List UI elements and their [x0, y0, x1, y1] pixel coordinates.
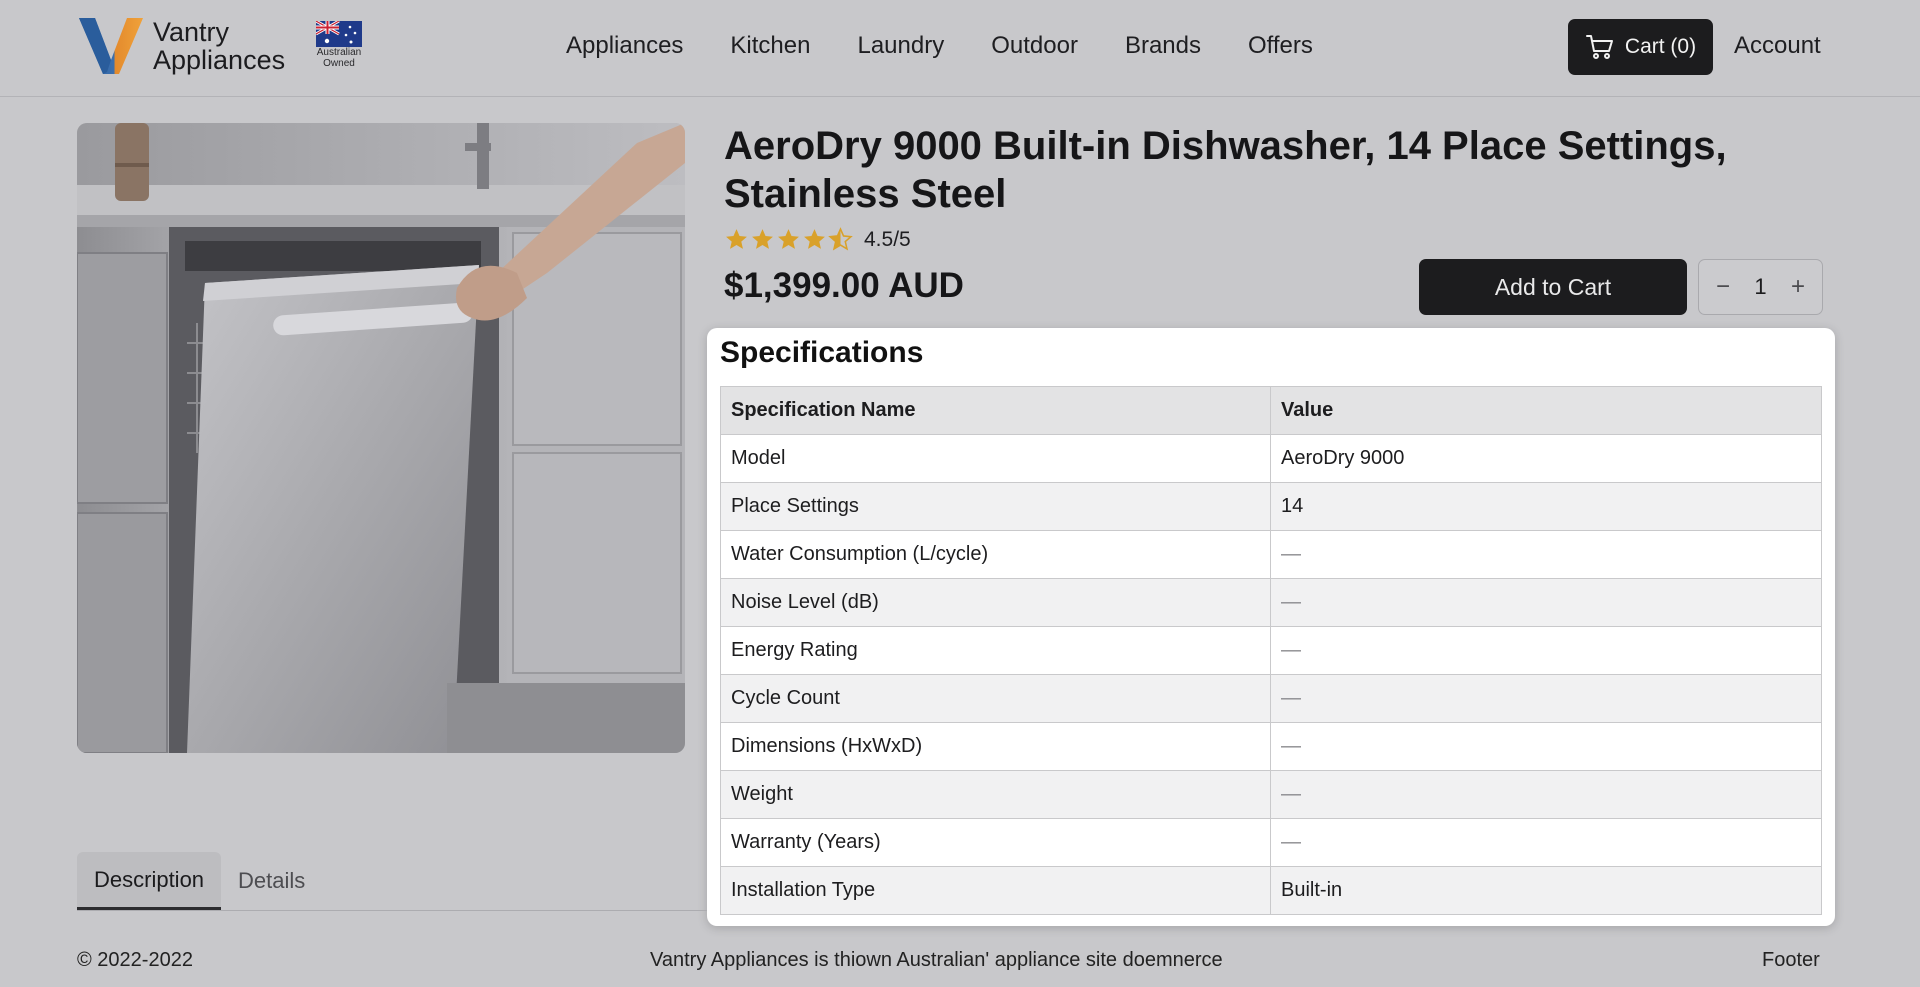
badge-line2: Owned: [323, 58, 355, 69]
star-full-icon: [726, 229, 747, 249]
quantity-value[interactable]: 1: [1754, 274, 1766, 300]
australian-owned-badge: Australian Owned: [309, 21, 369, 69]
spec-value: —: [1270, 626, 1822, 675]
specifications-heading: Specifications: [720, 336, 924, 369]
column-header-value: Value: [1270, 386, 1822, 435]
cart-label: Cart (0): [1624, 35, 1697, 58]
dishwasher-photo: [77, 123, 685, 753]
spec-value: 14: [1270, 482, 1822, 531]
footer-link[interactable]: Footer: [1762, 949, 1820, 972]
star-half-icon: [828, 227, 853, 251]
brand-logo[interactable]: Vantry Appliances Australian Owned: [77, 16, 362, 76]
specifications-table: Specification Name Value Model AeroDry 9…: [720, 386, 1822, 915]
star-full-icon: [778, 229, 799, 249]
brand-name-line2: Appliances: [153, 45, 286, 75]
nav-item-appliances[interactable]: Appliances: [566, 32, 683, 60]
spec-name: Warranty (Years): [720, 818, 1271, 867]
product-rating: 4.5/5: [724, 227, 911, 252]
brand-name: Vantry Appliances: [153, 18, 285, 74]
spec-value: —: [1270, 578, 1822, 627]
specifications-card: Specifications Specification Name Value …: [707, 328, 1835, 926]
brand-name-line1: Vantry: [153, 17, 230, 47]
quantity-increase-button[interactable]: +: [1788, 273, 1808, 301]
nav-item-brands[interactable]: Brands: [1125, 32, 1201, 60]
spec-value: —: [1270, 674, 1822, 723]
spec-name: Model: [720, 434, 1271, 483]
table-row: Warranty (Years) —: [720, 818, 1822, 867]
australian-flag-icon: [316, 21, 362, 47]
star-full-icon: [752, 229, 773, 249]
spec-value: —: [1270, 722, 1822, 771]
badge-line1: Australian: [316, 47, 362, 58]
product-title: AeroDry 9000 Built-in Dishwasher, 14 Pla…: [724, 124, 1727, 216]
spec-name: Weight: [720, 770, 1271, 819]
spec-value: Built-in: [1270, 866, 1822, 915]
spec-name: Place Settings: [720, 482, 1271, 531]
add-to-cart-button[interactable]: Add to Cart: [1419, 259, 1687, 315]
table-row: Installation Type Built-in: [720, 866, 1822, 915]
nav-item-outdoor[interactable]: Outdoor: [991, 32, 1078, 60]
account-link[interactable]: Account: [1734, 32, 1821, 60]
table-row: Energy Rating —: [720, 626, 1822, 675]
table-row: Noise Level (dB) —: [720, 578, 1822, 627]
spec-value: —: [1270, 530, 1822, 579]
star-full-icon: [804, 229, 825, 249]
cart-icon: [1585, 35, 1613, 59]
spec-name: Water Consumption (L/cycle): [720, 530, 1271, 579]
nav-item-kitchen[interactable]: Kitchen: [730, 32, 810, 60]
tabs-divider: [77, 910, 707, 911]
table-header-row: Specification Name Value: [720, 386, 1822, 435]
product-image[interactable]: [77, 123, 685, 753]
tab-description[interactable]: Description: [77, 852, 222, 910]
table-row: Place Settings 14: [720, 482, 1822, 531]
spec-value: AeroDry 9000: [1270, 434, 1822, 483]
footer-tagline: Vantry Appliances is thiown Australian' …: [650, 949, 1223, 971]
table-row: Model AeroDry 9000: [720, 434, 1822, 483]
spec-name: Noise Level (dB): [720, 578, 1271, 627]
rating-text: 4.5/5: [864, 227, 911, 251]
nav-item-laundry[interactable]: Laundry: [857, 32, 944, 60]
rating-stars: [724, 227, 854, 252]
table-row: Weight —: [720, 770, 1822, 819]
cart-button[interactable]: Cart (0): [1568, 19, 1713, 75]
footer-copyright: © 2022-2022: [77, 949, 193, 971]
spec-name: Dimensions (HxWxD): [720, 722, 1271, 771]
table-row: Water Consumption (L/cycle) —: [720, 530, 1822, 579]
spec-name: Energy Rating: [720, 626, 1271, 675]
spec-value: —: [1270, 770, 1822, 819]
main-nav: Appliances Kitchen Laundry Outdoor Brand…: [566, 32, 1360, 60]
site-header: Vantry Appliances Australian Owned Appli…: [0, 0, 1920, 97]
quantity-stepper: − 1 +: [1698, 259, 1823, 315]
product-tabs: Description Details: [77, 852, 322, 910]
spec-name: Cycle Count: [720, 674, 1271, 723]
brand-v-logo-icon: [79, 18, 143, 74]
table-row: Cycle Count —: [720, 674, 1822, 723]
spec-value: —: [1270, 818, 1822, 867]
nav-item-offers[interactable]: Offers: [1248, 32, 1313, 60]
table-row: Dimensions (HxWxD) —: [720, 722, 1822, 771]
column-header-name: Specification Name: [720, 386, 1271, 435]
tab-details[interactable]: Details: [221, 852, 322, 910]
product-price: $1,399.00 AUD: [724, 266, 964, 305]
quantity-decrease-button[interactable]: −: [1713, 273, 1733, 301]
spec-name: Installation Type: [720, 866, 1271, 915]
